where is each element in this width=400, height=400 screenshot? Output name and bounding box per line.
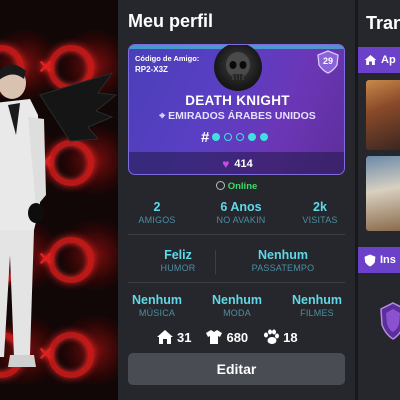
progress-dot-filled xyxy=(260,133,269,141)
online-status: Online xyxy=(118,181,355,192)
stat-value: 2k xyxy=(313,200,327,214)
progress-dot-filled xyxy=(248,133,257,141)
location: ⌖ EMIRADOS ÁRABES UNIDOS xyxy=(129,110,344,123)
stat-value: Nenhum xyxy=(292,293,342,307)
shirt-icon xyxy=(206,330,223,344)
right-panel: Tran Ap Ins xyxy=(355,0,400,400)
profile-picture[interactable] xyxy=(214,45,262,91)
stat-value: 6 Anos xyxy=(220,200,262,214)
stat-value: Nenhum xyxy=(212,293,262,307)
stat-label: VISITAS xyxy=(302,215,338,225)
location-pin-icon: ⌖ xyxy=(159,110,166,122)
house-icon xyxy=(157,330,173,344)
right-tab-homes[interactable]: Ap xyxy=(358,47,400,73)
username: DEATH KNIGHT xyxy=(185,93,290,108)
right-panel-title: Tran xyxy=(366,13,400,33)
stat-label: PASSATEMPO xyxy=(251,263,315,273)
divider xyxy=(215,250,216,274)
avatar-viewport[interactable]: ✕ ✕ ✕ ✕ xyxy=(0,0,118,400)
stat-value: 2 xyxy=(153,200,161,214)
stat-value: Nenhum xyxy=(132,293,182,307)
profile-card: Código de Amigo: RP2-X3Z 29 DEATH KNIGHT… xyxy=(128,44,345,175)
badge-icon[interactable] xyxy=(380,301,400,341)
heart-icon: ♥ xyxy=(222,157,230,171)
likes-bar[interactable]: ♥ 414 xyxy=(129,152,344,174)
friend-code-label: Código de Amigo: xyxy=(135,54,200,63)
edit-profile-button[interactable]: Editar xyxy=(128,353,345,385)
friend-code-value[interactable]: RP2-X3Z xyxy=(135,65,168,74)
profile-panel: Meu perfil Código de Amigo: RP2-X3Z 29 D… xyxy=(118,0,355,400)
homes-count: 31 xyxy=(177,329,192,345)
stat-label: NO AVAKIN xyxy=(216,215,266,225)
profile-screen: ✕ ✕ ✕ ✕ Meu perfil Código de Amigo: RP2- xyxy=(0,0,400,400)
divider xyxy=(128,282,345,283)
avatar-character xyxy=(0,64,118,367)
shield-icon xyxy=(364,254,376,266)
apartment-thumbnail[interactable] xyxy=(366,80,400,150)
progress-dot-filled xyxy=(212,133,221,141)
location-text: EMIRADOS ÁRABES UNIDOS xyxy=(168,110,316,122)
stat-label: FILMES xyxy=(300,308,334,318)
right-tab-badges[interactable]: Ins xyxy=(358,247,400,273)
level-badge: 29 xyxy=(317,50,339,74)
stat-visits: 2k VISITAS xyxy=(285,200,355,225)
page-title: Meu perfil xyxy=(128,11,214,31)
level-value: 29 xyxy=(322,56,333,66)
paw-icon xyxy=(264,329,280,344)
stat-fashion: Nenhum MODA xyxy=(200,293,274,318)
pets-count: 18 xyxy=(283,329,298,345)
pets-counter[interactable]: 18 xyxy=(262,329,298,345)
hashtag-icon: # xyxy=(201,128,210,146)
outfits-counter[interactable]: 680 xyxy=(205,329,248,345)
right-tab-label: Ap xyxy=(381,54,396,66)
stat-years: 6 Anos NO AVAKIN xyxy=(201,200,281,225)
skull-icon xyxy=(226,52,250,80)
right-tab-label: Ins xyxy=(380,254,396,266)
homes-counter[interactable]: 31 xyxy=(156,329,191,345)
tag-progress: # xyxy=(201,128,272,146)
outfits-count: 680 xyxy=(226,329,249,345)
divider xyxy=(128,234,345,235)
stat-movies: Nenhum FILMES xyxy=(280,293,354,318)
house-icon xyxy=(364,54,377,66)
stat-label: HUMOR xyxy=(160,263,196,273)
stat-hobby: Nenhum PASSATEMPO xyxy=(228,248,338,273)
clock-icon xyxy=(215,181,225,190)
counters-row: 31 680 18 xyxy=(156,327,326,347)
stat-label: MODA xyxy=(223,308,251,318)
stat-value: Feliz xyxy=(164,248,192,262)
stat-mood: Feliz HUMOR xyxy=(128,248,228,273)
progress-dot-empty xyxy=(224,133,233,141)
progress-dot-empty xyxy=(236,133,245,141)
stat-value: Nenhum xyxy=(258,248,308,262)
stat-music: Nenhum MÚSICA xyxy=(120,293,194,318)
stat-friends[interactable]: 2 AMIGOS xyxy=(122,200,192,225)
stat-label: AMIGOS xyxy=(138,215,176,225)
stat-label: MÚSICA xyxy=(138,308,176,318)
likes-count: 414 xyxy=(234,158,253,170)
apartment-thumbnail[interactable] xyxy=(366,156,400,231)
online-status-text: Online xyxy=(227,181,258,192)
